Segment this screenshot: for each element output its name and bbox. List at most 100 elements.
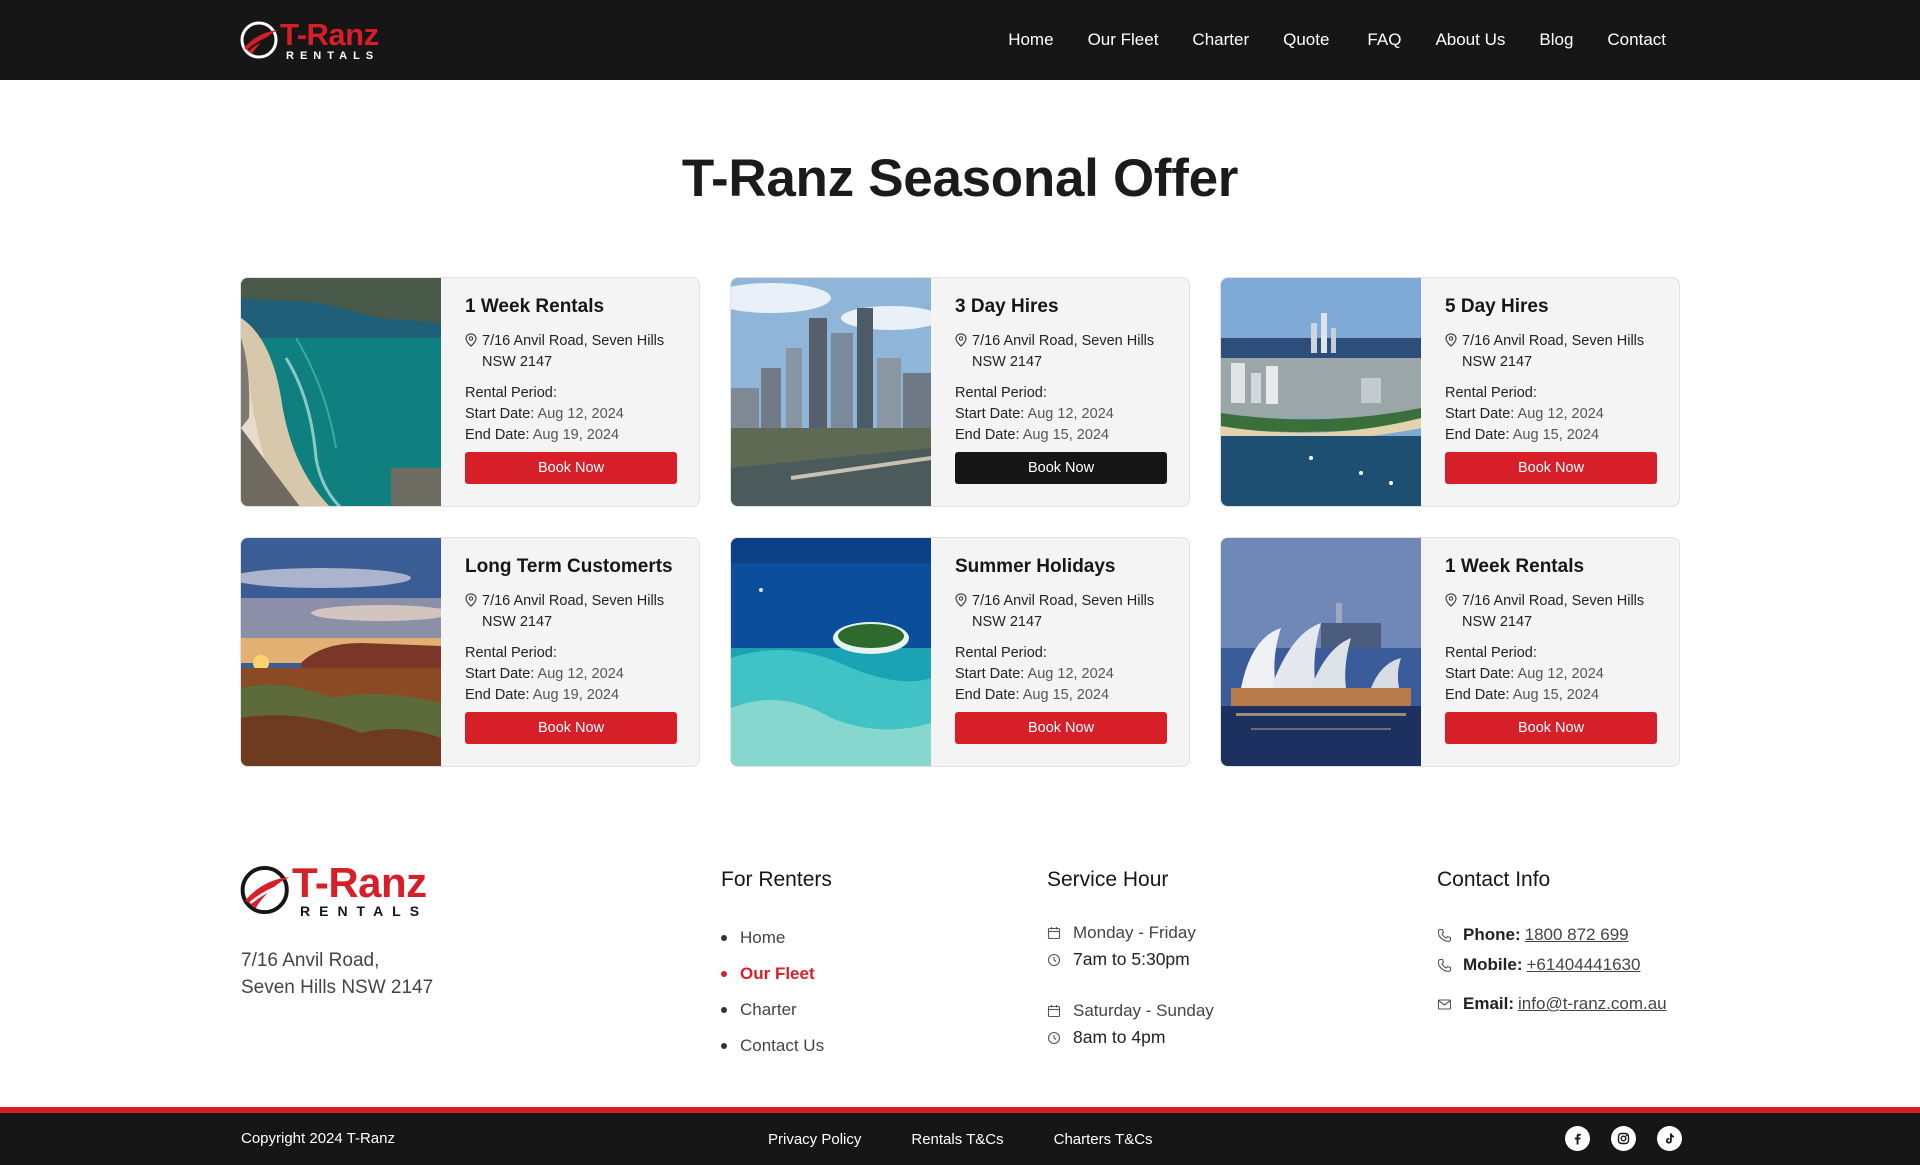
start-date-label: Start Date:	[465, 406, 535, 422]
facebook-icon[interactable]	[1565, 1126, 1590, 1151]
end-date-label: End Date:	[465, 687, 530, 703]
offer-card: Summer Holidays 7/16 Anvil Road, Seven H…	[730, 537, 1190, 767]
start-date-label: Start Date:	[955, 406, 1025, 422]
start-date-value: Aug 12, 2024	[537, 666, 624, 682]
map-pin-icon	[465, 331, 482, 373]
footer-logo[interactable]: T-Ranz RENTALS	[240, 859, 428, 918]
nav-blog[interactable]: Blog	[1539, 30, 1573, 50]
email-row: Email: info@t-ranz.com.au	[1437, 994, 1667, 1014]
start-date-value: Aug 12, 2024	[537, 406, 624, 422]
offer-card: Long Term Customerts 7/16 Anvil Road, Se…	[240, 537, 700, 767]
phone-icon	[1437, 958, 1452, 972]
bullet-icon	[721, 1007, 727, 1013]
weekend-hours: Saturday - Sunday 8am to 4pm	[1047, 997, 1214, 1051]
weekend-time: 8am to 4pm	[1073, 1027, 1166, 1047]
offer-address: 7/16 Anvil Road, Seven Hills NSW 2147	[955, 591, 1167, 633]
offer-address-text: 7/16 Anvil Road, Seven Hills NSW 2147	[482, 593, 665, 630]
bullet-icon	[721, 935, 727, 941]
offer-address: 7/16 Anvil Road, Seven Hills NSW 2147	[955, 331, 1167, 373]
mobile-row: Mobile: +61404441630	[1437, 955, 1640, 975]
footer-address: 7/16 Anvil Road, Seven Hills NSW 2147	[241, 947, 433, 1001]
logo-brand-text: T-Ranz	[292, 859, 427, 906]
copyright-text: Copyright 2024 T-Ranz	[241, 1130, 395, 1147]
offer-address-text: 7/16 Anvil Road, Seven Hills NSW 2147	[972, 333, 1155, 370]
nav-quote[interactable]: Quote	[1283, 30, 1329, 50]
end-date-value: Aug 19, 2024	[532, 427, 620, 443]
start-date-label: Start Date:	[1445, 406, 1515, 422]
charters-terms-link[interactable]: Charters T&Cs	[1054, 1131, 1153, 1148]
offer-address: 7/16 Anvil Road, Seven Hills NSW 2147	[465, 331, 677, 373]
footer-link-home[interactable]: Home	[721, 920, 824, 956]
offer-address: 7/16 Anvil Road, Seven Hills NSW 2147	[1445, 591, 1657, 633]
legal-links: Privacy Policy Rentals T&Cs Charters T&C…	[768, 1113, 1203, 1165]
end-date-label: End Date:	[465, 427, 530, 443]
rental-period-label: Rental Period:	[955, 645, 1047, 661]
end-date-value: Aug 15, 2024	[1022, 427, 1110, 443]
book-now-button[interactable]: Book Now	[465, 712, 677, 744]
mobile-link[interactable]: +61404441630	[1527, 955, 1641, 975]
instagram-icon[interactable]	[1611, 1126, 1636, 1151]
rental-period-label: Rental Period:	[955, 385, 1047, 401]
calendar-icon	[1047, 1004, 1061, 1017]
offer-card: 1 Week Rentals 7/16 Anvil Road, Seven Hi…	[240, 277, 700, 507]
swoosh-logo-icon	[240, 21, 278, 59]
book-now-button[interactable]: Book Now	[955, 712, 1167, 744]
nav-about-us[interactable]: About Us	[1435, 30, 1505, 50]
footer-link-contact-us[interactable]: Contact Us	[721, 1028, 824, 1064]
email-link[interactable]: info@t-ranz.com.au	[1518, 994, 1667, 1014]
end-date-label: End Date:	[1445, 427, 1510, 443]
rental-period: Rental Period: Start Date: Aug 12, 2024 …	[1445, 643, 1657, 706]
page-title: T-Ranz Seasonal Offer	[681, 149, 1239, 208]
for-renters-heading: For Renters	[721, 868, 832, 891]
nav-home[interactable]: Home	[1008, 30, 1053, 50]
envelope-icon	[1437, 998, 1452, 1010]
offer-title: 1 Week Rentals	[1445, 556, 1585, 577]
logo-brand-text: T-Ranz	[280, 16, 379, 52]
phone-link[interactable]: 1800 872 699	[1525, 925, 1629, 945]
weekday-hours: Monday - Friday 7am to 5:30pm	[1047, 919, 1196, 973]
book-now-button[interactable]: Book Now	[955, 452, 1167, 484]
map-pin-icon	[465, 591, 482, 633]
contact-info-heading: Contact Info	[1437, 868, 1551, 891]
book-now-button[interactable]: Book Now	[1445, 452, 1657, 484]
offer-card: 1 Week Rentals 7/16 Anvil Road, Seven Hi…	[1220, 537, 1680, 767]
renters-links: Home Our Fleet Charter Contact Us	[721, 920, 824, 1064]
nav-faq[interactable]: FAQ	[1367, 30, 1401, 50]
swoosh-logo-icon	[240, 865, 290, 915]
nav-contact[interactable]: Contact	[1607, 30, 1666, 50]
map-pin-icon	[1445, 331, 1462, 373]
offer-title: 3 Day Hires	[955, 296, 1059, 317]
service-hour-heading: Service Hour	[1047, 868, 1169, 891]
header-logo[interactable]: T-Ranz RENTALS	[240, 16, 379, 61]
rental-period-label: Rental Period:	[465, 645, 557, 661]
footer-link-label: Our Fleet	[740, 964, 815, 983]
end-date-value: Aug 19, 2024	[532, 687, 620, 703]
offer-card: 5 Day Hires 7/16 Anvil Road, Seven Hills…	[1220, 277, 1680, 507]
rental-period: Rental Period: Start Date: Aug 12, 2024 …	[1445, 383, 1657, 446]
book-now-button[interactable]: Book Now	[465, 452, 677, 484]
tiktok-icon[interactable]	[1657, 1126, 1682, 1151]
rentals-terms-link[interactable]: Rentals T&Cs	[911, 1131, 1003, 1148]
start-date-label: Start Date:	[465, 666, 535, 682]
calendar-icon	[1047, 926, 1061, 939]
end-date-value: Aug 15, 2024	[1512, 687, 1600, 703]
offer-grid: 1 Week Rentals 7/16 Anvil Road, Seven Hi…	[240, 277, 1680, 767]
privacy-policy-link[interactable]: Privacy Policy	[768, 1131, 861, 1148]
bottom-bar: Copyright 2024 T-Ranz Privacy Policy Ren…	[0, 1113, 1920, 1165]
site-header: T-Ranz RENTALS Home Our Fleet Charter Qu…	[0, 0, 1920, 80]
book-now-button[interactable]: Book Now	[1445, 712, 1657, 744]
footer-link-charter[interactable]: Charter	[721, 992, 824, 1028]
email-label: Email:	[1463, 994, 1515, 1013]
clock-icon	[1047, 1031, 1061, 1044]
offer-photo-reef	[731, 538, 931, 766]
footer-address-line1: 7/16 Anvil Road,	[241, 950, 380, 971]
offer-address: 7/16 Anvil Road, Seven Hills NSW 2147	[465, 591, 677, 633]
rental-period: Rental Period: Start Date: Aug 12, 2024 …	[955, 643, 1167, 706]
offer-address-text: 7/16 Anvil Road, Seven Hills NSW 2147	[482, 333, 665, 370]
nav-charter[interactable]: Charter	[1192, 30, 1249, 50]
offer-photo-city	[731, 278, 931, 506]
map-pin-icon	[1445, 591, 1462, 633]
footer-link-our-fleet[interactable]: Our Fleet	[721, 956, 824, 992]
nav-our-fleet[interactable]: Our Fleet	[1088, 30, 1159, 50]
offer-address-text: 7/16 Anvil Road, Seven Hills NSW 2147	[1462, 333, 1645, 370]
